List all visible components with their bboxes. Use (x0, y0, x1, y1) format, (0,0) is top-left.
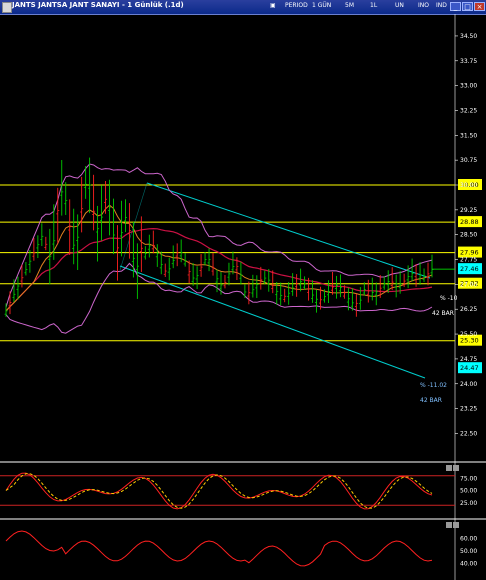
price-tick-label: 31.50 (460, 132, 477, 139)
pane-config-icon[interactable] (446, 522, 452, 528)
price-marker-label: 27.46 (460, 265, 479, 273)
price-tick-label: 29.25 (460, 207, 477, 214)
pane-close-icon[interactable] (453, 522, 459, 528)
pane-config-icon[interactable] (446, 465, 452, 471)
price-tick-label: 27.75 (460, 257, 477, 264)
price-tick-label: 27.00 (460, 281, 477, 288)
price-tick-label: 23.25 (460, 406, 477, 413)
stochastic-d-line (5, 473, 433, 509)
price-marker-label: 24.47 (460, 364, 479, 372)
pane-close-icon[interactable] (453, 465, 459, 471)
price-tick-label: 24.00 (460, 381, 477, 388)
lower-channel-bars: 42 BAR (420, 397, 442, 404)
price-tick-label: 33.75 (460, 58, 477, 65)
price-tick-label: 34.50 (460, 33, 477, 40)
trend-channel[interactable] (119, 182, 431, 379)
rsi-line (5, 530, 433, 567)
price-tick-label: 25.50 (460, 331, 477, 338)
rsi-tick-label: 50.00 (460, 548, 477, 555)
stochastic-tick-label: 75.00 (460, 475, 477, 482)
price-tick-label: 22.50 (460, 430, 477, 437)
rsi-tick-label: 40.00 (460, 561, 477, 568)
rsi-tick-label: 60.00 (460, 536, 477, 543)
price-tick-label: 26.25 (460, 306, 477, 313)
price-tick-label: 30.75 (460, 157, 477, 164)
upper-channel-bars: 42 BAR (432, 310, 454, 317)
price-tick-label: 30.00 (460, 182, 477, 189)
lower-channel-pct: % -11.02 (420, 382, 447, 389)
upper-channel-pct: % -10 (440, 295, 458, 302)
level-label: 27.96 (460, 249, 479, 257)
level-label: 28.88 (460, 218, 479, 226)
price-tick-label: 32.25 (460, 107, 477, 114)
stochastic-k-line (5, 472, 433, 510)
price-tick-label: 33.00 (460, 83, 477, 90)
price-tick-label: 24.75 (460, 356, 477, 363)
price-chart[interactable]: 30.0028.8827.9627.0225.3027.4624.47 34.5… (0, 0, 486, 580)
price-tick-label: 28.50 (460, 232, 477, 239)
stochastic-tick-label: 25.00 (460, 500, 477, 507)
stochastic-tick-label: 50.00 (460, 488, 477, 495)
